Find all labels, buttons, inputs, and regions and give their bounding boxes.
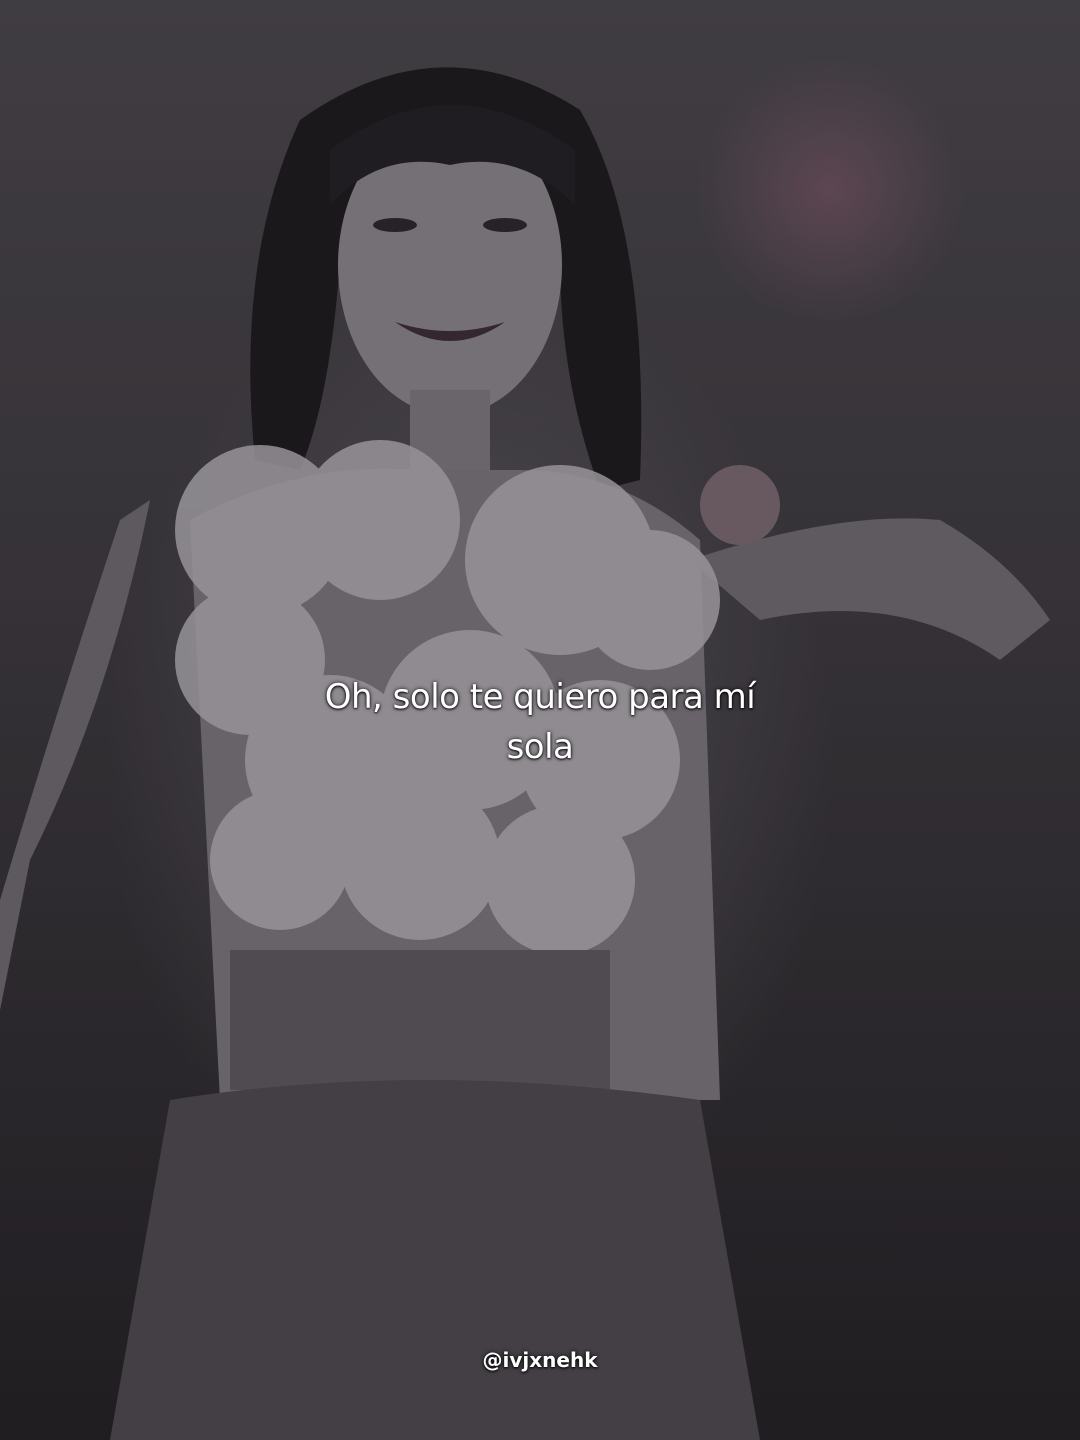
video-frame: Oh, solo te quiero para mí sola @ivjxneh… [0,0,1080,1440]
creator-handle-watermark: @ivjxnehk [482,1348,598,1372]
lyric-caption: Oh, solo te quiero para mí sola [0,672,1080,772]
lyric-line-2: sola [506,727,574,767]
lyric-line-1: Oh, solo te quiero para mí [324,677,756,717]
